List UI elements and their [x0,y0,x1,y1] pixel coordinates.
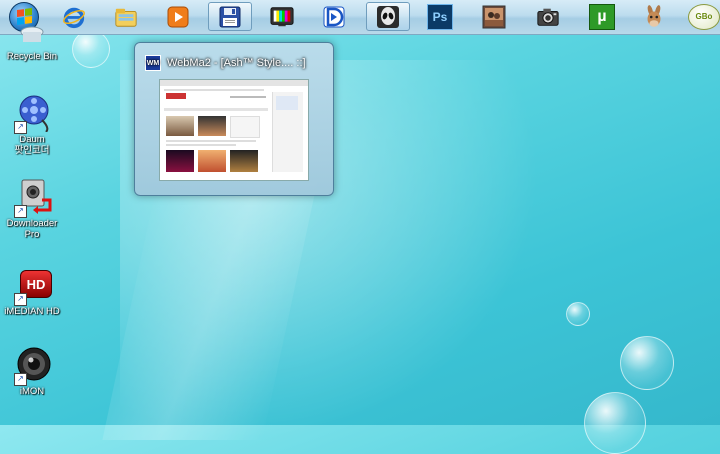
folder-icon [115,8,137,27]
preview-nav-line [164,89,264,91]
donkey-icon [647,4,661,27]
taskbar: Ps µ GBo [0,0,720,35]
preview-text-line [166,140,256,142]
wallpaper-bubble [72,30,110,68]
preview-toolbar [160,80,308,86]
ie-icon [63,7,85,28]
preview-text-line [166,144,236,146]
preview-logo [166,93,186,99]
hd-badge-icon: HD ↗ [12,264,52,306]
desktop-icon-label: Downloader Pro [6,218,58,240]
utorrent-label: µ [597,7,607,25]
photoshop-label: Ps [432,9,448,24]
recycle-bin-icon [20,26,44,42]
preview-photo [198,150,226,172]
film-reel-icon: ↗ [12,92,52,134]
taskbar-emule[interactable] [632,2,676,31]
preview-photo [166,116,194,136]
thumbnail-window-title: WebMa2 - [Ash™ Style.... ::] [167,57,306,69]
utorrent-icon: µ [589,3,615,30]
wallpaper-bubble [566,302,590,326]
taskbar-thumbnail-preview[interactable]: WM WebMa2 - [Ash™ Style.... ::] [134,42,334,196]
tv-color-bars-icon [270,6,294,26]
gbox-label: GBo [695,12,713,21]
preview-photo [166,150,194,172]
desktop-icon-daum-encoder[interactable]: ↗ Daum 팟인코더 [2,92,62,156]
preview-menu [164,108,268,111]
window-preview-image[interactable] [159,79,309,181]
shortcut-arrow-icon: ↗ [14,205,27,218]
taskbar-utorrent[interactable]: µ [580,2,624,31]
gbox-icon: GBo [688,3,720,30]
taskbar-photo-viewer[interactable] [472,2,516,31]
photoshop-icon: Ps [427,3,453,30]
shortcut-arrow-icon: ↗ [14,293,27,306]
preview-heading [230,96,266,98]
desktop-icon-label: iMON [19,386,45,397]
shortcut-arrow-icon: ↗ [14,373,27,386]
desktop-icon-imon[interactable]: ↗ iMON [2,344,62,397]
wallpaper-bubble [584,392,646,454]
wallpaper-light-streak [102,180,318,440]
floppy-save-icon [219,6,241,27]
media-player-icon [167,6,189,27]
desktop-icon-recycle-bin[interactable]: Recycle Bin [2,22,62,62]
taskbar-windows-explorer[interactable] [104,2,148,31]
play-d-icon [323,6,345,27]
preview-photo [198,116,226,136]
shortcut-arrow-icon: ↗ [14,121,27,134]
desktop-icon-label: iMEDIAN HD [4,306,60,317]
thumbnail-title-bar: WM WebMa2 - [Ash™ Style.... ::] [145,55,306,71]
camera-icon [537,8,559,26]
desktop-icon-label: Recycle Bin [6,51,58,62]
preview-photo [230,150,258,172]
webcam-lens-icon: ↗ [12,344,52,386]
desktop-icon-label: Daum 팟인코더 [14,134,50,156]
taskbar-daum-potplayer[interactable] [312,2,356,31]
taskbar-camera-app[interactable] [526,2,570,31]
webma2-app-badge: WM [146,59,160,67]
camera-download-icon: ↗ [12,176,52,218]
alien-icon [377,5,399,28]
taskbar-photoshop[interactable]: Ps [418,2,462,31]
desktop-icon-imedian-hd[interactable]: HD ↗ iMEDIAN HD [2,264,62,317]
taskbar-webma2[interactable] [208,2,252,31]
desktop-icon-downloader-pro[interactable]: ↗ Downloader Pro [2,176,62,240]
taskbar-gbox[interactable]: GBo [684,2,720,31]
taskbar-media-player[interactable] [156,2,200,31]
taskbar-alien-app[interactable] [366,2,410,31]
webma2-app-icon: WM [145,55,161,71]
wallpaper-bubble [620,336,674,390]
preview-photo [230,116,260,138]
hd-badge-text: HD [26,276,46,292]
photo-icon [482,5,506,28]
taskbar-tv-player[interactable] [260,2,304,31]
preview-sidebar-widget [276,96,298,110]
